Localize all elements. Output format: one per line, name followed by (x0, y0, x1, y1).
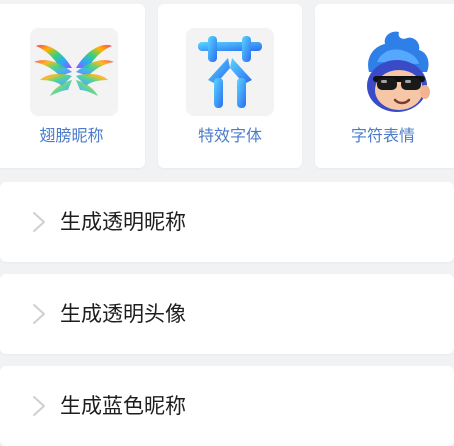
feature-card-effect-font[interactable]: 特效字体 (158, 4, 302, 168)
list-item-blue-nickname[interactable]: 生成蓝色昵称 (0, 366, 454, 446)
feature-card-label: 特效字体 (197, 126, 262, 145)
list-item-label: 生成透明昵称 (60, 210, 186, 234)
cool-avatar-icon (351, 28, 439, 116)
chevron-right-icon (33, 304, 45, 324)
feature-card-wings-nickname[interactable]: 翅膀昵称 (0, 4, 145, 168)
rainbow-wings-icon (30, 28, 118, 116)
list-item-transparent-nickname[interactable]: 生成透明昵称 (0, 182, 454, 262)
feature-card-label: 字符表情 (350, 126, 415, 145)
list-item-label: 生成透明头像 (60, 302, 186, 326)
feature-card-label: 翅膀昵称 (39, 126, 104, 145)
effect-font-icon (186, 28, 274, 116)
page: 翅膀昵称 特效字体 字符表情 生成透明昵称 生成透明头像 生成蓝色昵称 (0, 0, 454, 446)
feature-card-char-emoji[interactable]: 字符表情 (315, 4, 454, 168)
chevron-right-icon (33, 212, 45, 232)
chevron-right-icon (33, 396, 45, 416)
list-item-transparent-avatar[interactable]: 生成透明头像 (0, 274, 454, 354)
list-item-label: 生成蓝色昵称 (60, 394, 186, 418)
